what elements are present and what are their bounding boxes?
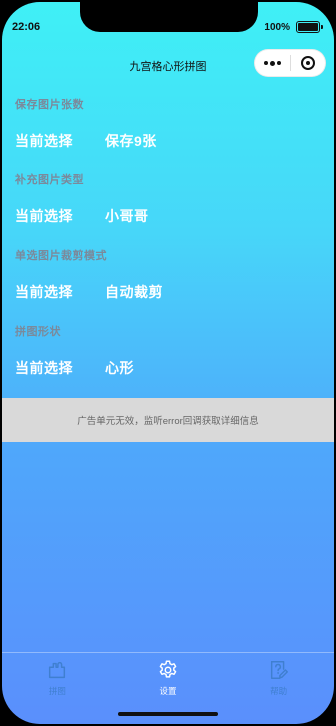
section-shape: 拼图形状 当前选择 心形 <box>15 323 134 378</box>
section-label: 单选图片裁剪模式 <box>15 250 107 262</box>
option-row-label: 当前选择 <box>15 133 73 149</box>
option-row-value[interactable]: 小哥哥 <box>105 206 149 226</box>
section-label: 拼图形状 <box>15 326 61 338</box>
ad-banner: 广告单元无效，监听error回调获取详细信息 <box>2 398 334 442</box>
more-menu-button[interactable] <box>255 60 290 66</box>
help-doc-icon <box>270 661 288 679</box>
close-miniprogram-button[interactable] <box>290 56 325 70</box>
section-label: 保存图片张数 <box>15 99 84 111</box>
tab-label: 帮助 <box>270 686 288 696</box>
option-row[interactable]: 当前选择 保存9张 <box>15 131 157 151</box>
tab-help[interactable]: 帮助 <box>239 659 319 724</box>
option-row-label: 当前选择 <box>15 360 73 376</box>
notch <box>80 2 258 32</box>
option-row-label: 当前选择 <box>15 208 73 224</box>
puzzle-icon <box>49 661 66 679</box>
tab-label: 设置 <box>159 686 177 696</box>
section-label: 补充图片类型 <box>15 174 84 186</box>
gear-icon <box>159 660 177 678</box>
miniprogram-capsule <box>254 49 326 77</box>
ad-error-message: 广告单元无效，监听error回调获取详细信息 <box>77 416 259 427</box>
phone-screen: 22:06 100% 九宫格心形拼图 保存图片张数 当前选择 保存9张 补充图片… <box>2 2 334 724</box>
option-row[interactable]: 当前选择 自动裁剪 <box>15 282 163 302</box>
option-row[interactable]: 当前选择 小哥哥 <box>15 206 149 226</box>
option-row[interactable]: 当前选择 心形 <box>15 358 134 378</box>
tab-label: 拼图 <box>48 686 66 696</box>
option-row-value[interactable]: 心形 <box>105 358 134 378</box>
battery-percent: 100% <box>264 22 290 33</box>
section-save-count: 保存图片张数 当前选择 保存9张 <box>15 96 157 151</box>
target-icon <box>300 56 315 70</box>
battery-icon <box>296 21 323 33</box>
option-row-label: 当前选择 <box>15 284 73 300</box>
option-row-value[interactable]: 自动裁剪 <box>105 282 163 302</box>
section-crop-mode: 单选图片裁剪模式 当前选择 自动裁剪 <box>15 247 163 302</box>
home-indicator <box>118 712 218 716</box>
status-time: 22:06 <box>12 21 41 33</box>
tab-puzzle[interactable]: 拼图 <box>17 659 97 724</box>
option-row-value[interactable]: 保存9张 <box>105 131 157 151</box>
section-fill-type: 补充图片类型 当前选择 小哥哥 <box>15 171 149 226</box>
